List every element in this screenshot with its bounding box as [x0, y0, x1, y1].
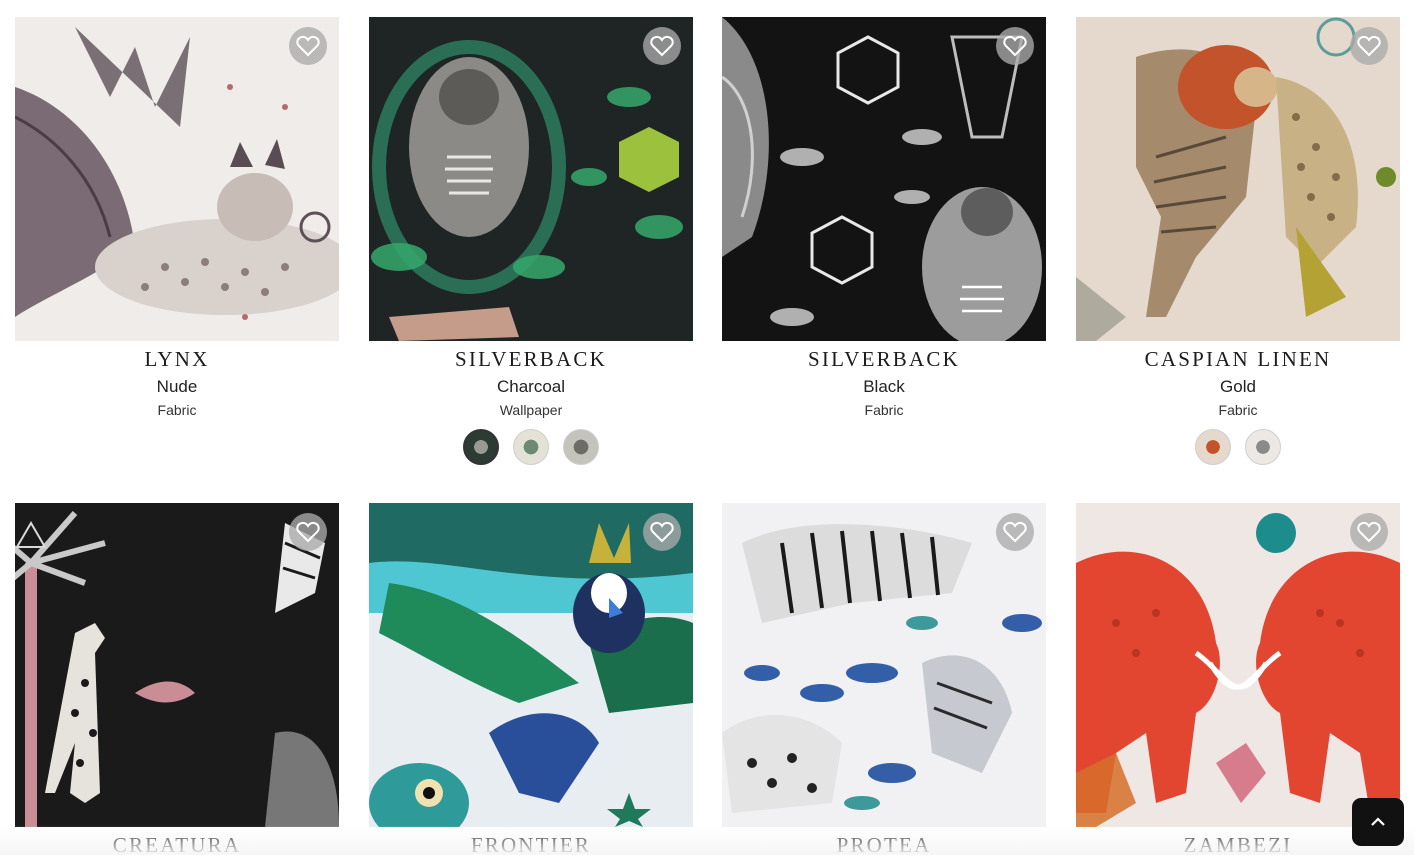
- product-title[interactable]: SILVERBACK: [369, 347, 693, 371]
- product-type: Fabric: [864, 402, 904, 418]
- product-title[interactable]: CASPIAN LINEN: [1076, 347, 1400, 371]
- favorite-button[interactable]: [1350, 27, 1388, 65]
- product-color: Black: [863, 377, 905, 396]
- product-image[interactable]: [1076, 17, 1400, 341]
- product-title[interactable]: FRONTIER: [369, 833, 693, 855]
- product-title[interactable]: CREATURA: [15, 833, 339, 855]
- product-card[interactable]: ZAMBEZI: [1076, 503, 1400, 855]
- product-card[interactable]: CASPIAN LINEN Gold Fabric: [1076, 17, 1400, 465]
- product-color: Charcoal: [496, 377, 566, 396]
- color-swatch[interactable]: [563, 429, 599, 465]
- product-card[interactable]: SILVERBACK Charcoal Wallpaper: [369, 17, 693, 465]
- color-swatch[interactable]: [1195, 429, 1231, 465]
- color-swatch[interactable]: [1245, 429, 1281, 465]
- product-image[interactable]: [369, 503, 693, 827]
- frontier-pattern-image: [369, 503, 693, 827]
- product-card[interactable]: LYNX Nude Fabric: [15, 17, 339, 419]
- favorite-button[interactable]: [289, 27, 327, 65]
- heart-outline-icon: [1003, 35, 1027, 57]
- creatura-pattern-image: [15, 503, 339, 827]
- heart-outline-icon: [1003, 521, 1027, 543]
- heart-outline-icon: [650, 35, 674, 57]
- heart-outline-icon: [1357, 35, 1381, 57]
- color-swatches: [1076, 429, 1400, 465]
- silverback-black-pattern-image: [722, 17, 1046, 341]
- favorite-button[interactable]: [996, 513, 1034, 551]
- protea-pattern-image: [722, 503, 1046, 827]
- product-image[interactable]: [15, 503, 339, 827]
- heart-outline-icon: [1357, 521, 1381, 543]
- favorite-button[interactable]: [643, 513, 681, 551]
- product-color: Gold: [1220, 377, 1256, 396]
- favorite-button[interactable]: [1350, 513, 1388, 551]
- product-type: Wallpaper: [499, 402, 563, 418]
- color-swatch[interactable]: [513, 429, 549, 465]
- product-image[interactable]: [722, 17, 1046, 341]
- heart-outline-icon: [296, 35, 320, 57]
- product-title[interactable]: SILVERBACK: [722, 347, 1046, 371]
- product-title[interactable]: LYNX: [15, 347, 339, 371]
- product-type: Fabric: [157, 402, 197, 418]
- product-card[interactable]: SILVERBACK Black Fabric: [722, 17, 1046, 419]
- product-card[interactable]: PROTEA: [722, 503, 1046, 855]
- product-image[interactable]: [722, 503, 1046, 827]
- product-image[interactable]: [1076, 503, 1400, 827]
- favorite-button[interactable]: [289, 513, 327, 551]
- back-to-top-button[interactable]: [1352, 798, 1404, 846]
- heart-outline-icon: [650, 521, 674, 543]
- product-color: Nude: [156, 377, 198, 396]
- favorite-button[interactable]: [643, 27, 681, 65]
- product-title[interactable]: PROTEA: [722, 833, 1046, 855]
- caspian-linen-pattern-image: [1076, 17, 1400, 341]
- product-card[interactable]: CREATURA: [15, 503, 339, 855]
- zambezi-pattern-image: [1076, 503, 1400, 827]
- silverback-charcoal-pattern-image: [369, 17, 693, 341]
- product-image[interactable]: [15, 17, 339, 341]
- heart-outline-icon: [296, 521, 320, 543]
- chevron-up-icon: [1371, 817, 1385, 826]
- product-card[interactable]: FRONTIER: [369, 503, 693, 855]
- color-swatch[interactable]: [463, 429, 499, 465]
- lynx-pattern-image: [15, 17, 339, 341]
- color-swatches: [369, 429, 693, 465]
- product-grid: LYNX Nude Fabric SILVERBACK Charcoal Wal…: [0, 0, 1414, 855]
- favorite-button[interactable]: [996, 27, 1034, 65]
- product-type: Fabric: [1218, 402, 1258, 418]
- product-image[interactable]: [369, 17, 693, 341]
